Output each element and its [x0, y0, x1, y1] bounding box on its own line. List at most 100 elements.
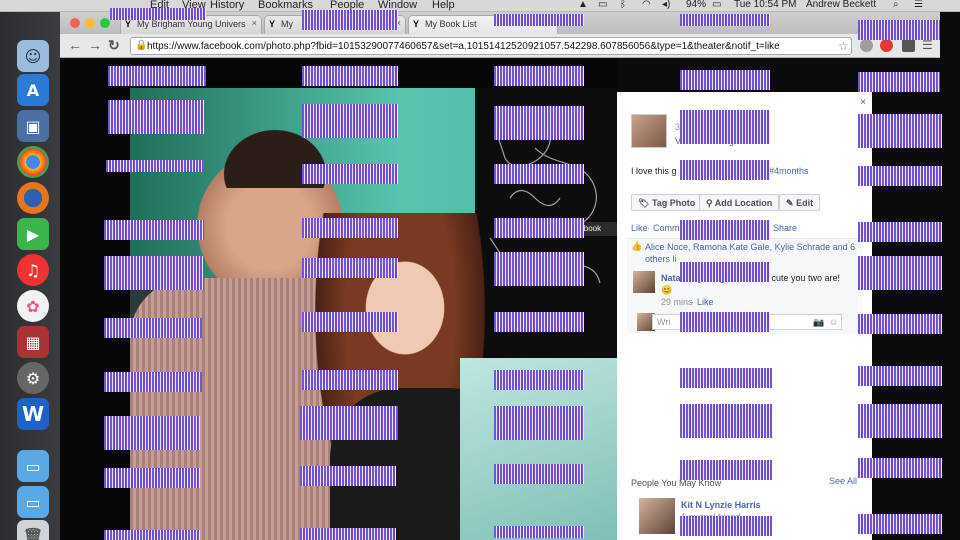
chrome-icon[interactable] — [17, 146, 49, 178]
glitch-bar — [302, 164, 398, 184]
browser-toolbar: ← → ↻ 🔒 https://www.facebook.com/photo.p… — [60, 34, 940, 58]
glitch-bar — [302, 312, 398, 332]
notification-icon[interactable]: ▲ — [578, 0, 588, 10]
byu-favicon-icon: Y — [269, 19, 276, 29]
glitch-bar — [494, 370, 584, 390]
system-preferences-icon[interactable]: ⚙ — [17, 362, 49, 394]
chrome-menu-icon[interactable]: ☰ — [922, 38, 933, 52]
cast-icon[interactable] — [902, 39, 915, 52]
close-window-button[interactable] — [70, 18, 80, 28]
lock-icon: 🔒 — [135, 40, 148, 51]
tag-photo-button[interactable]: 🏷 Tag Photo — [631, 194, 703, 211]
camera-icon[interactable]: 📷 — [813, 317, 824, 328]
menubar-clock[interactable]: Tue 10:54 PM — [734, 0, 796, 10]
add-location-button[interactable]: ⚲ Add Location — [699, 194, 780, 211]
glitch-bar — [104, 372, 202, 392]
address-bar[interactable]: 🔒 https://www.facebook.com/photo.php?fbi… — [130, 37, 852, 55]
airplay-icon[interactable]: ▭ — [598, 0, 607, 10]
comment-time[interactable]: 29 mins — [661, 297, 693, 307]
likes-summary-continued[interactable]: others li — [645, 254, 677, 264]
photo-booth-icon[interactable]: ▦ — [17, 326, 49, 358]
glitch-bar — [494, 106, 584, 140]
preview-icon[interactable]: ▣ — [17, 110, 49, 142]
glitch-bar — [680, 220, 770, 240]
menubar-user[interactable]: Andrew Beckett — [806, 0, 876, 10]
spotlight-search-icon[interactable]: ⌕ — [893, 0, 899, 10]
tab-title: My Brigham Young Univers — [137, 19, 246, 29]
glitch-bar — [494, 464, 584, 484]
glitch-bar — [858, 404, 942, 438]
applications-folder-icon[interactable]: ▭ — [17, 450, 49, 482]
glitch-bar — [858, 458, 942, 478]
likes-summary[interactable]: Alice Noce, Ramona Kate Gale, Kylie Schr… — [645, 242, 855, 252]
glitch-bar — [680, 262, 770, 282]
glitch-bar — [108, 100, 204, 134]
like-link[interactable]: Like — [631, 223, 648, 233]
glitch-bar — [104, 416, 200, 450]
tag-icon: 🏷 — [638, 198, 650, 208]
itunes-icon[interactable]: ♫ — [17, 254, 49, 286]
app-store-icon[interactable]: A — [17, 74, 49, 106]
firefox-icon[interactable] — [17, 182, 49, 214]
add-location-label: Add Location — [714, 198, 773, 208]
glitch-bar — [302, 370, 398, 390]
location-pin-icon: ⚲ — [706, 198, 713, 208]
glitch-bar — [104, 530, 200, 540]
back-arrow-icon[interactable]: ← — [68, 37, 82, 53]
glitch-bar — [494, 14, 584, 26]
glitch-bar — [302, 218, 398, 238]
glitch-bar — [108, 66, 206, 86]
glitch-bar — [858, 72, 940, 92]
battery-icon[interactable]: ▭ — [712, 0, 721, 10]
comment-link[interactable]: Comm — [653, 223, 680, 233]
tag-photo-label: Tag Photo — [651, 198, 696, 208]
bookmark-star-icon[interactable]: ☆ — [838, 39, 849, 53]
comment-emoji: 😊 — [661, 285, 673, 295]
glitch-bar — [302, 66, 398, 86]
bluetooth-icon[interactable]: ᛒ — [620, 0, 626, 10]
byu-favicon-icon: Y — [125, 19, 132, 29]
emoji-icon[interactable]: ☺ — [829, 317, 838, 327]
close-tab-icon[interactable]: × — [252, 18, 257, 28]
menu-item-history[interactable]: History — [210, 0, 244, 11]
glitch-bar — [858, 114, 942, 148]
reload-icon[interactable]: ↻ — [108, 37, 120, 54]
byu-favicon-icon: Y — [413, 19, 420, 29]
suggestion-avatar[interactable] — [639, 498, 675, 534]
extension-icon[interactable] — [860, 39, 873, 52]
finder-icon[interactable]: ☺ — [17, 40, 49, 72]
notification-center-icon[interactable]: ☰ — [914, 0, 923, 10]
close-icon[interactable]: × — [860, 97, 866, 108]
photos-icon[interactable]: ✿ — [17, 290, 49, 322]
facetime-icon[interactable]: ▶ — [17, 218, 49, 250]
pencil-icon: ✎ — [786, 198, 794, 208]
trash-icon[interactable]: 🗑 — [17, 520, 49, 540]
action-separator: · — [647, 223, 650, 233]
edit-button[interactable]: ✎ Edit — [779, 194, 821, 211]
see-all-link[interactable]: See All — [829, 476, 857, 486]
wifi-icon[interactable]: ◠ — [642, 0, 651, 10]
tab-title: My — [281, 19, 293, 29]
commenter-avatar[interactable] — [633, 271, 655, 293]
zoom-window-button[interactable] — [100, 18, 110, 28]
glitch-bar — [110, 8, 206, 20]
glitch-bar — [104, 256, 204, 290]
edit-label: Edit — [796, 198, 814, 208]
glitch-bar — [680, 160, 770, 180]
volume-icon[interactable]: ◂) — [662, 0, 670, 10]
word-icon[interactable]: W — [17, 398, 49, 430]
glitch-bar — [494, 218, 584, 238]
minimize-window-button[interactable] — [85, 18, 95, 28]
menu-item-help[interactable]: Help — [432, 0, 455, 11]
hashtag-link[interactable]: #4months — [769, 166, 809, 176]
poster-avatar[interactable] — [631, 114, 667, 148]
forward-arrow-icon[interactable]: → — [88, 37, 102, 53]
glitch-bar — [494, 406, 584, 440]
adblock-icon[interactable] — [880, 39, 893, 52]
suggestion-name[interactable]: Kit N Lynzie Harris — [681, 500, 761, 510]
glitch-bar — [300, 528, 396, 540]
share-link[interactable]: Share — [773, 223, 797, 233]
glitch-bar — [494, 66, 584, 86]
downloads-folder-icon[interactable]: ▭ — [17, 486, 49, 518]
comment-like-link[interactable]: Like — [697, 297, 714, 307]
